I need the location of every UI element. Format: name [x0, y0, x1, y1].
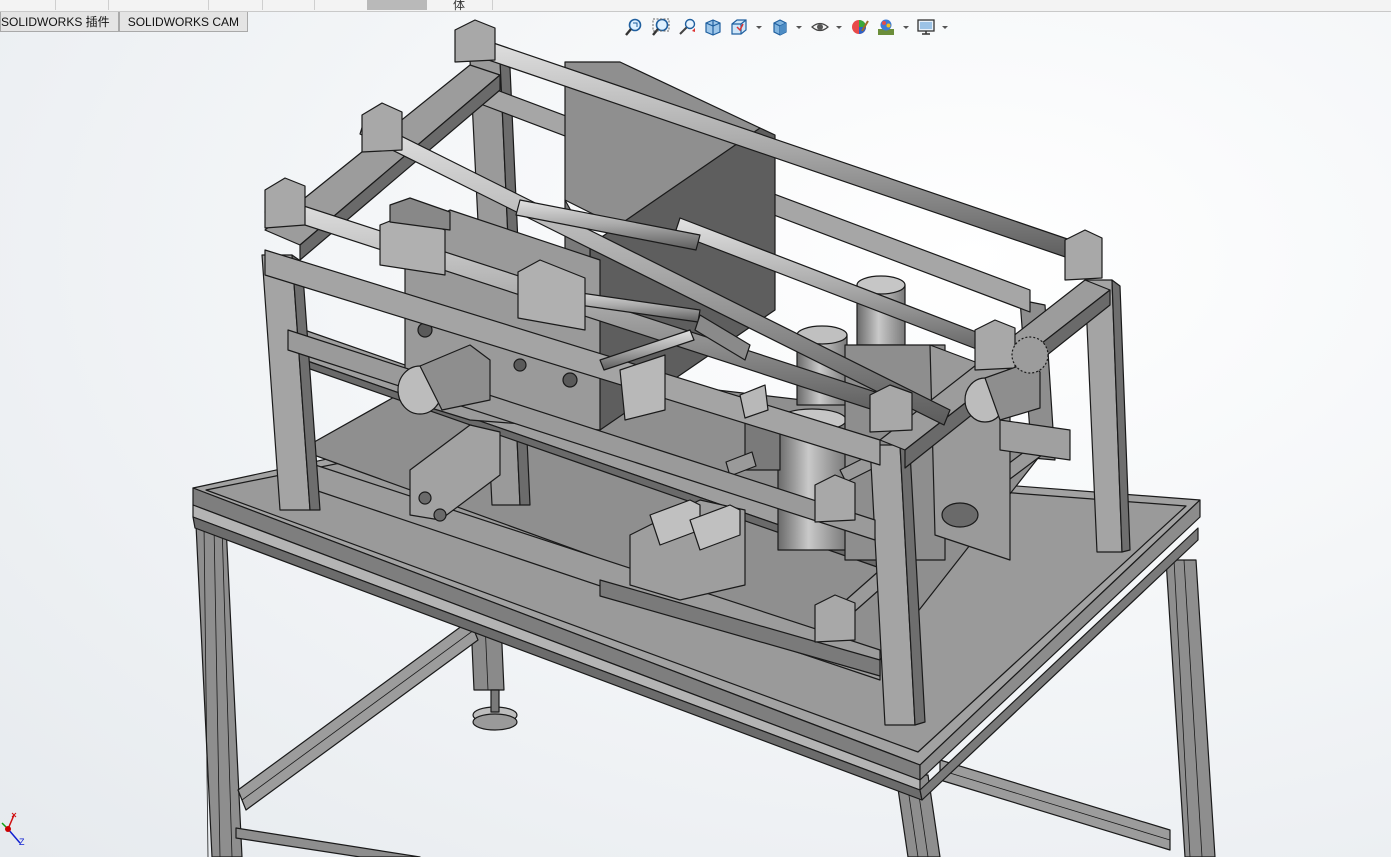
coordinate-triad: Z [1, 812, 25, 847]
assembly-model[interactable] [0, 0, 1391, 857]
z-axis-label: Z [19, 837, 25, 847]
